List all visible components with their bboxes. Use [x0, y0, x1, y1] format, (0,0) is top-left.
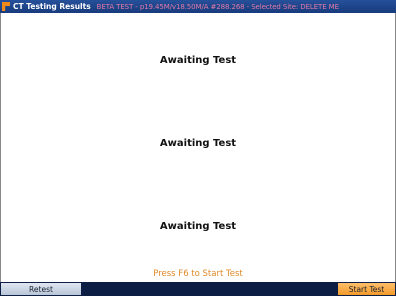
- window-title: CT Testing Results: [13, 2, 91, 11]
- start-test-button[interactable]: Start Test: [338, 283, 395, 295]
- title-info: BETA TEST - p19.45M/v18.50M/A #288.268 -…: [96, 2, 339, 11]
- title-bar: CT Testing Results BETA TEST - p19.45M/v…: [0, 0, 396, 13]
- test-status-2: Awaiting Test: [159, 138, 237, 149]
- app-logo-icon: [2, 2, 10, 11]
- retest-button[interactable]: Retest: [1, 283, 81, 295]
- test-status-1: Awaiting Test: [159, 55, 237, 66]
- start-hint: Press F6 to Start Test: [153, 269, 243, 279]
- bottom-toolbar: Retest Start Test: [0, 282, 396, 296]
- test-status-3: Awaiting Test: [159, 221, 237, 232]
